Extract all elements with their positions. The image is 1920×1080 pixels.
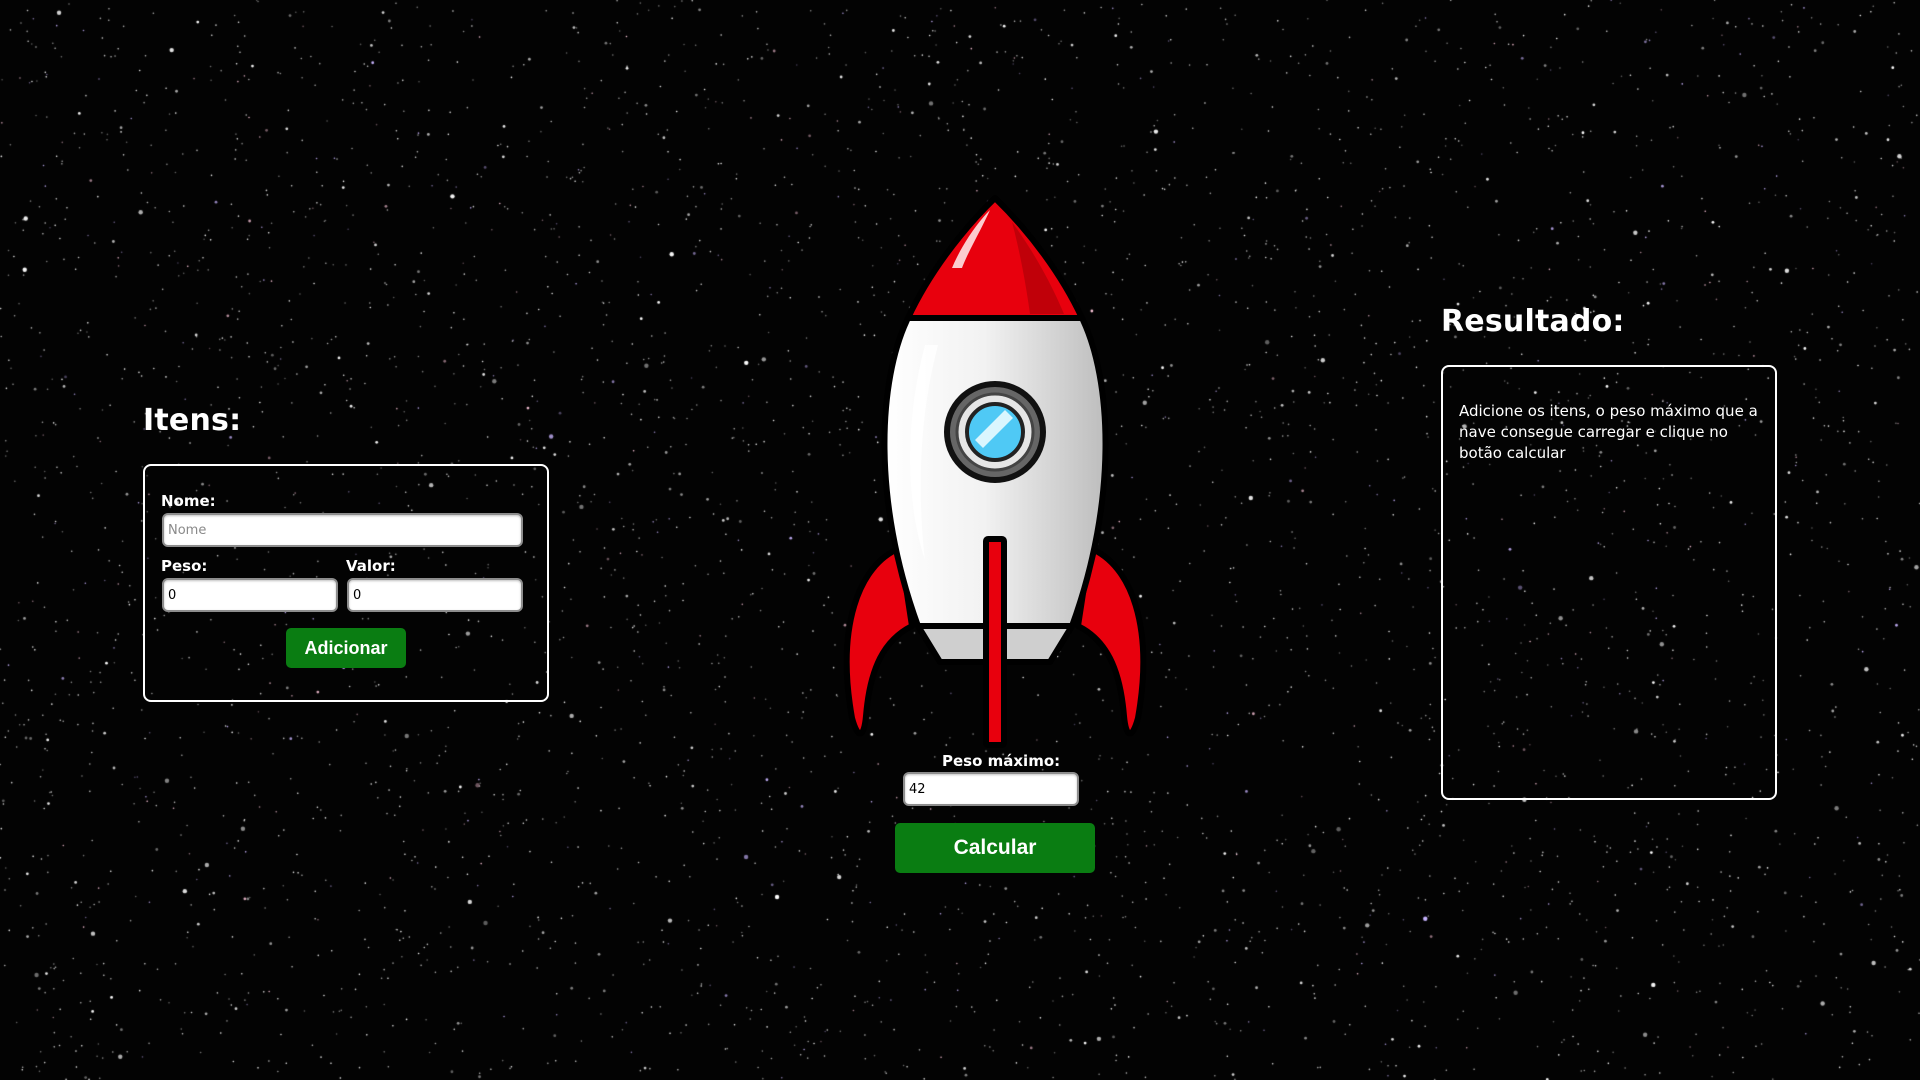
weight-label: Peso: [161, 557, 208, 575]
items-panel: Nome: Peso: Valor: Adicionar [143, 464, 549, 702]
max-weight-input[interactable] [903, 772, 1079, 806]
add-button[interactable]: Adicionar [286, 628, 406, 668]
value-label: Valor: [346, 557, 396, 575]
calculate-button[interactable]: Calcular [895, 823, 1095, 873]
name-label: Nome: [161, 492, 216, 510]
weight-input[interactable] [162, 578, 338, 612]
app-root: Itens: Nome: Peso: Valor: Adicionar [0, 0, 1920, 1080]
rocket-icon [843, 195, 1147, 748]
items-title: Itens: [143, 403, 242, 438]
name-input[interactable] [162, 513, 523, 547]
result-message: Adicione os itens, o peso máximo que a n… [1459, 402, 1758, 462]
result-panel: Adicione os itens, o peso máximo que a n… [1441, 365, 1777, 800]
max-weight-label: Peso máximo: [942, 752, 1061, 770]
result-title: Resultado: [1441, 304, 1625, 339]
value-input[interactable] [347, 578, 523, 612]
